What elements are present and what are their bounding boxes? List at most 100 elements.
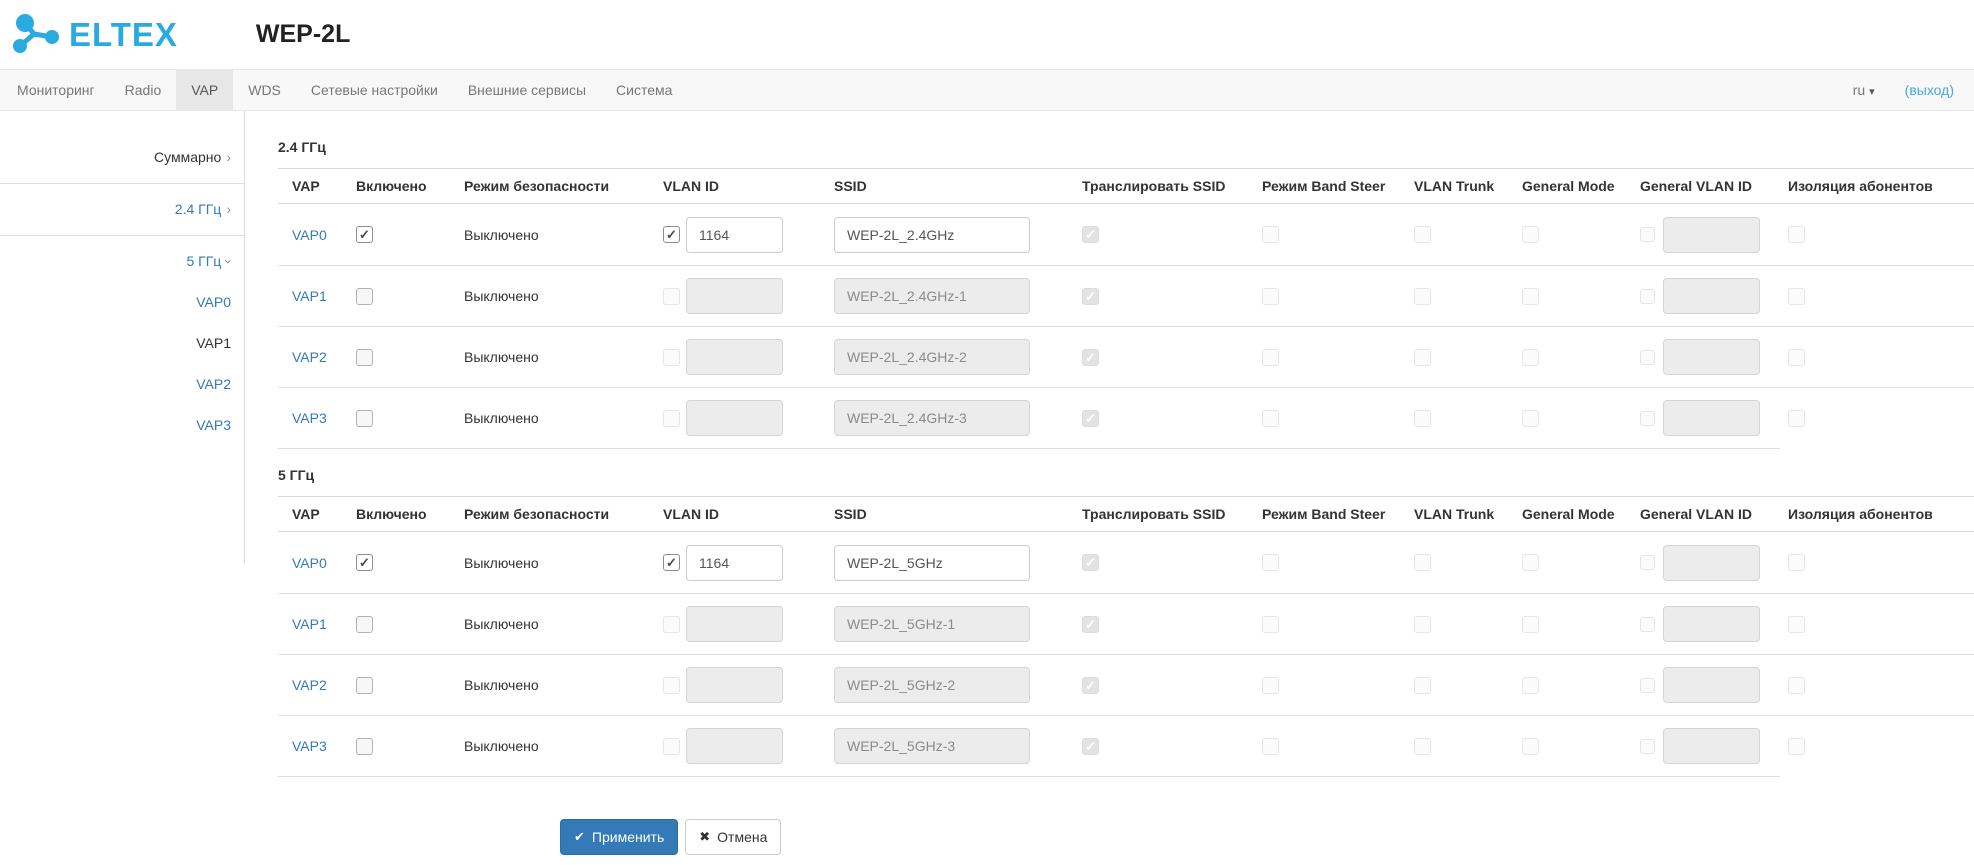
isolation-checkbox (1788, 410, 1805, 427)
general-vlan-input (1663, 278, 1760, 314)
sidebar-item-label[interactable]: VAP1 (196, 335, 231, 351)
language-selector[interactable]: ru▾ (1853, 82, 1875, 98)
band-steer-checkbox (1262, 349, 1279, 366)
eltex-logo: ELTEX (12, 13, 178, 57)
enabled-checkbox[interactable] (356, 677, 373, 694)
chevron-right-icon: › (226, 199, 231, 220)
sidebar-item-label[interactable]: 2.4 ГГц (175, 201, 222, 217)
nav-tab-network-settings[interactable]: Сетевые настройки (296, 70, 453, 110)
band-steer-checkbox (1262, 288, 1279, 305)
isolation-checkbox (1788, 616, 1805, 633)
sidebar-divider (0, 183, 244, 184)
nav-tab-radio[interactable]: Radio (110, 70, 177, 110)
sidebar-item-label[interactable]: 5 ГГц (186, 253, 221, 269)
sidebar-item-5ghz-vap1[interactable]: VAP1 (0, 323, 244, 364)
vlan-id-input (686, 606, 783, 642)
sidebar-item-5ghz-vap0[interactable]: VAP0 (0, 282, 244, 323)
vlan-id-checkbox[interactable] (663, 226, 680, 243)
table-row: VAP1 Выключено (278, 265, 1974, 326)
logout-link[interactable]: (выход) (1905, 82, 1954, 98)
vap-link[interactable]: VAP0 (292, 555, 327, 571)
security-mode-value: Выключено (464, 555, 539, 571)
vap-link[interactable]: VAP3 (292, 738, 327, 754)
sidebar-item-2-4ghz[interactable]: 2.4 ГГц› (0, 189, 244, 230)
table-row: VAP0 Выключено (278, 204, 1974, 265)
ssid-input (834, 606, 1030, 642)
vlan-trunk-checkbox (1414, 738, 1431, 755)
table-title: 2.4 ГГц (278, 139, 1974, 155)
vlan-id-checkbox (663, 677, 680, 694)
column-header-5: Транслировать SSID (1082, 178, 1262, 194)
cancel-button[interactable]: ✖Отмена (685, 819, 781, 855)
security-mode-value: Выключено (464, 288, 539, 304)
vap-link[interactable]: VAP2 (292, 349, 327, 365)
band-steer-checkbox (1262, 738, 1279, 755)
sidebar-item-summary[interactable]: Суммарно› (0, 137, 244, 178)
table-row: VAP1 Выключено (278, 593, 1974, 654)
sidebar-item-label[interactable]: Суммарно (154, 149, 221, 165)
vap-link[interactable]: VAP1 (292, 616, 327, 632)
general-vlan-checkbox (1640, 617, 1655, 632)
vlan-id-input[interactable] (686, 545, 783, 581)
security-mode-value: Выключено (464, 349, 539, 365)
broadcast-ssid-checkbox (1082, 738, 1099, 755)
broadcast-ssid-checkbox (1082, 677, 1099, 694)
security-mode-value: Выключено (464, 677, 539, 693)
enabled-checkbox[interactable] (356, 349, 373, 366)
vlan-id-checkbox (663, 616, 680, 633)
vlan-id-input[interactable] (686, 217, 783, 253)
ssid-input[interactable] (834, 217, 1030, 253)
nav-tab-system[interactable]: Система (601, 70, 687, 110)
vlan-id-input (686, 278, 783, 314)
security-mode-value: Выключено (464, 227, 539, 243)
nav-tab-wds[interactable]: WDS (233, 70, 296, 110)
general-vlan-checkbox (1640, 227, 1655, 242)
sidebar-divider (0, 235, 244, 236)
vap-link[interactable]: VAP2 (292, 677, 327, 693)
nav-tab-external-services[interactable]: Внешние сервисы (453, 70, 601, 110)
nav-tab-vap[interactable]: VAP (176, 70, 233, 110)
enabled-checkbox[interactable] (356, 554, 373, 571)
apply-button[interactable]: ✔Применить (560, 819, 678, 855)
vlan-trunk-checkbox (1414, 410, 1431, 427)
column-header-8: General Mode (1522, 506, 1640, 522)
language-label: ru (1853, 82, 1865, 98)
navbar: МониторингRadioVAPWDSСетевые настройкиВн… (0, 69, 1974, 111)
nav-tabs: МониторингRadioVAPWDSСетевые настройкиВн… (2, 70, 687, 110)
table-bottom-border (278, 776, 1780, 777)
vap-link[interactable]: VAP0 (292, 227, 327, 243)
enabled-checkbox[interactable] (356, 738, 373, 755)
sidebar-item-5ghz-vap2[interactable]: VAP2 (0, 364, 244, 405)
sidebar-item-5ghz[interactable]: 5 ГГц› (0, 241, 244, 282)
general-mode-checkbox (1522, 677, 1539, 694)
band-steer-checkbox (1262, 226, 1279, 243)
vlan-id-checkbox[interactable] (663, 554, 680, 571)
ssid-input (834, 400, 1030, 436)
vlan-trunk-checkbox (1414, 677, 1431, 694)
general-mode-checkbox (1522, 738, 1539, 755)
vlan-trunk-checkbox (1414, 288, 1431, 305)
general-vlan-input (1663, 339, 1760, 375)
enabled-checkbox[interactable] (356, 410, 373, 427)
general-mode-checkbox (1522, 226, 1539, 243)
sidebar-item-label[interactable]: VAP3 (196, 417, 231, 433)
sidebar-item-label[interactable]: VAP0 (196, 294, 231, 310)
cancel-button-label: Отмена (717, 829, 767, 845)
ssid-input (834, 667, 1030, 703)
ssid-input (834, 278, 1030, 314)
tables-container: 2.4 ГГц VAPВключеноРежим безопасностиVLA… (278, 139, 1974, 777)
general-vlan-checkbox (1640, 678, 1655, 693)
sidebar-item-label[interactable]: VAP2 (196, 376, 231, 392)
vap-link[interactable]: VAP3 (292, 410, 327, 426)
enabled-checkbox[interactable] (356, 226, 373, 243)
sidebar-item-5ghz-vap3[interactable]: VAP3 (0, 405, 244, 446)
nav-tab-monitoring[interactable]: Мониторинг (2, 70, 110, 110)
vap-link[interactable]: VAP1 (292, 288, 327, 304)
enabled-checkbox[interactable] (356, 616, 373, 633)
ssid-input[interactable] (834, 545, 1030, 581)
enabled-checkbox[interactable] (356, 288, 373, 305)
general-mode-checkbox (1522, 410, 1539, 427)
column-header-1: Включено (356, 506, 464, 522)
vlan-trunk-checkbox (1414, 554, 1431, 571)
general-vlan-checkbox (1640, 411, 1655, 426)
